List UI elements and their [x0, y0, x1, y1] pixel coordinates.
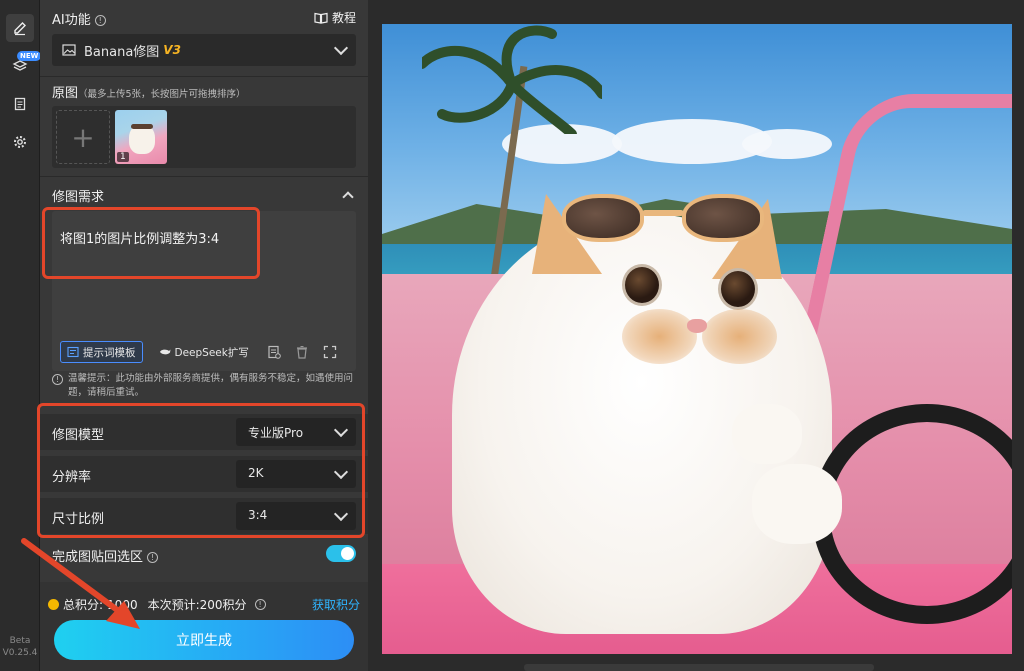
chevron-up-icon[interactable]: [342, 191, 354, 203]
prompt-textarea[interactable]: 将图1的图片比例调整为3:4 提示词模板 DeepSeek扩写: [52, 211, 356, 371]
add-image-button[interactable]: +: [56, 110, 110, 164]
pencil-icon: [14, 22, 26, 36]
select-value: 2K: [248, 466, 264, 480]
divider: [40, 176, 368, 177]
select-value: 3:4: [248, 508, 268, 522]
clipboard-icon: [268, 345, 281, 359]
cat-paw-shape: [732, 404, 802, 464]
lens-shape: [562, 194, 644, 242]
cat-cheek-shape: [622, 309, 697, 364]
deepseek-expand-button[interactable]: DeepSeek扩写: [153, 341, 255, 363]
setting-label: 分辨率: [52, 470, 92, 485]
paste-back-text: 完成图贴回选区: [52, 550, 144, 565]
cat-nose-shape: [687, 319, 707, 333]
coin-icon: [48, 599, 59, 610]
chevron-down-icon: [333, 506, 349, 522]
cat-eye-shape: [622, 264, 662, 306]
notice-text: 温馨提示：此功能由外部服务商提供，偶有服务不稳定，如遇使用问题，请稍后重试。: [68, 373, 354, 398]
source-thumbnail[interactable]: 1: [115, 110, 167, 164]
template-label: 提示词模板: [83, 346, 136, 359]
version-number: V0.25.4: [2, 648, 38, 658]
resolution-select[interactable]: 2K: [236, 460, 356, 488]
whale-icon: [159, 349, 170, 355]
canvas-area: [368, 0, 1024, 671]
help-icon[interactable]: !: [94, 15, 106, 26]
divider: [40, 76, 368, 77]
bridge-shape: [642, 210, 684, 216]
chevron-down-icon: [333, 422, 349, 438]
fullscreen-button[interactable]: [321, 343, 339, 361]
help-icon[interactable]: !: [147, 552, 159, 563]
info-icon: !: [52, 374, 63, 385]
footer-bar: 总积分: 1000 本次预计:200积分! 获取积分 立即生成: [40, 582, 368, 671]
source-title-text: 原图: [52, 86, 79, 101]
history-button[interactable]: [265, 343, 283, 361]
model-select[interactable]: Banana修图 V3: [52, 34, 356, 66]
chevron-down-icon: [333, 464, 349, 480]
cat-paw-shape: [752, 464, 842, 544]
model-name: Banana修图: [84, 44, 160, 60]
points-value: 1000: [107, 597, 138, 612]
aspect-ratio-select[interactable]: 3:4: [236, 502, 356, 530]
setting-row-resolution: 分辨率 2K: [40, 456, 368, 492]
source-hint: （最多上传5张，长按图片可拖拽排序）: [78, 89, 246, 100]
thumbnail-glasses-shape: [131, 124, 153, 129]
estimate-cost: 本次预计:200积分: [147, 598, 247, 612]
setting-label: 修图模型: [52, 428, 105, 443]
setting-row-model: 修图模型 专业版Pro: [40, 414, 368, 450]
book-icon: [314, 12, 328, 24]
source-image-area: + 1: [52, 106, 356, 168]
service-notice: ! 温馨提示：此功能由外部服务商提供，偶有服务不稳定，如遇使用问题，请稍后重试。: [52, 372, 356, 400]
trash-icon: [296, 346, 307, 359]
ai-panel: AI功能! 教程 Banana修图 V3 原图（最多上传5张，长按图片可拖拽排序…: [37, 0, 368, 671]
left-rail: NEW Beta V0.25.4: [0, 0, 42, 671]
new-badge: NEW: [17, 51, 42, 61]
cat-eye-shape: [718, 268, 758, 310]
ai-title-text: AI功能: [52, 13, 91, 28]
points-label: 总积分:: [63, 598, 104, 612]
source-image-title: 原图（最多上传5张，长按图片可拖拽排序）: [52, 82, 246, 101]
preview-image[interactable]: [382, 24, 1012, 654]
prompt-template-button[interactable]: 提示词模板: [60, 341, 143, 363]
model-tier-select[interactable]: 专业版Pro: [236, 418, 356, 446]
prompt-text: 将图1的图片比例调整为3:4: [60, 232, 220, 247]
thumbnail-index: 1: [117, 152, 129, 162]
ai-function-title: AI功能!: [52, 9, 106, 28]
generate-button[interactable]: 立即生成: [54, 620, 354, 660]
tutorial-link[interactable]: 教程: [314, 9, 356, 26]
horizontal-scrollbar[interactable]: [524, 664, 874, 671]
lens-shape: [682, 194, 764, 242]
template-icon: [67, 346, 79, 358]
sunglasses-shape: [562, 194, 772, 254]
settings-tool-button[interactable]: [6, 128, 34, 156]
chevron-down-icon: [333, 40, 349, 56]
gear-icon: [14, 136, 26, 148]
tutorial-label: 教程: [331, 11, 356, 25]
help-icon[interactable]: !: [254, 599, 266, 610]
setting-row-aspect: 尺寸比例 3:4: [40, 498, 368, 534]
document-tool-button[interactable]: [6, 90, 34, 118]
image-icon: [62, 44, 76, 56]
paste-back-label: 完成图贴回选区!: [52, 546, 159, 565]
deepseek-label: DeepSeek扩写: [174, 346, 249, 359]
get-points-link[interactable]: 获取积分: [312, 596, 360, 613]
model-version-badge: V3: [163, 43, 181, 57]
cloud-shape: [742, 129, 832, 159]
cat-cheek-shape: [702, 309, 777, 364]
palm-leaves-shape: [422, 25, 602, 134]
paste-back-toggle[interactable]: [326, 545, 356, 562]
prompt-toolbar: 提示词模板 DeepSeek扩写: [60, 341, 339, 363]
points-summary: 总积分: 1000 本次预计:200积分!: [48, 596, 266, 613]
select-value: 专业版Pro: [248, 426, 304, 440]
expand-icon: [323, 345, 336, 359]
edit-tool-button[interactable]: [6, 14, 34, 42]
setting-label: 尺寸比例: [52, 512, 105, 527]
document-icon: [14, 97, 26, 111]
requirement-title: 修图需求: [52, 190, 105, 205]
clear-button[interactable]: [293, 343, 311, 361]
version-label: Beta: [9, 636, 31, 646]
